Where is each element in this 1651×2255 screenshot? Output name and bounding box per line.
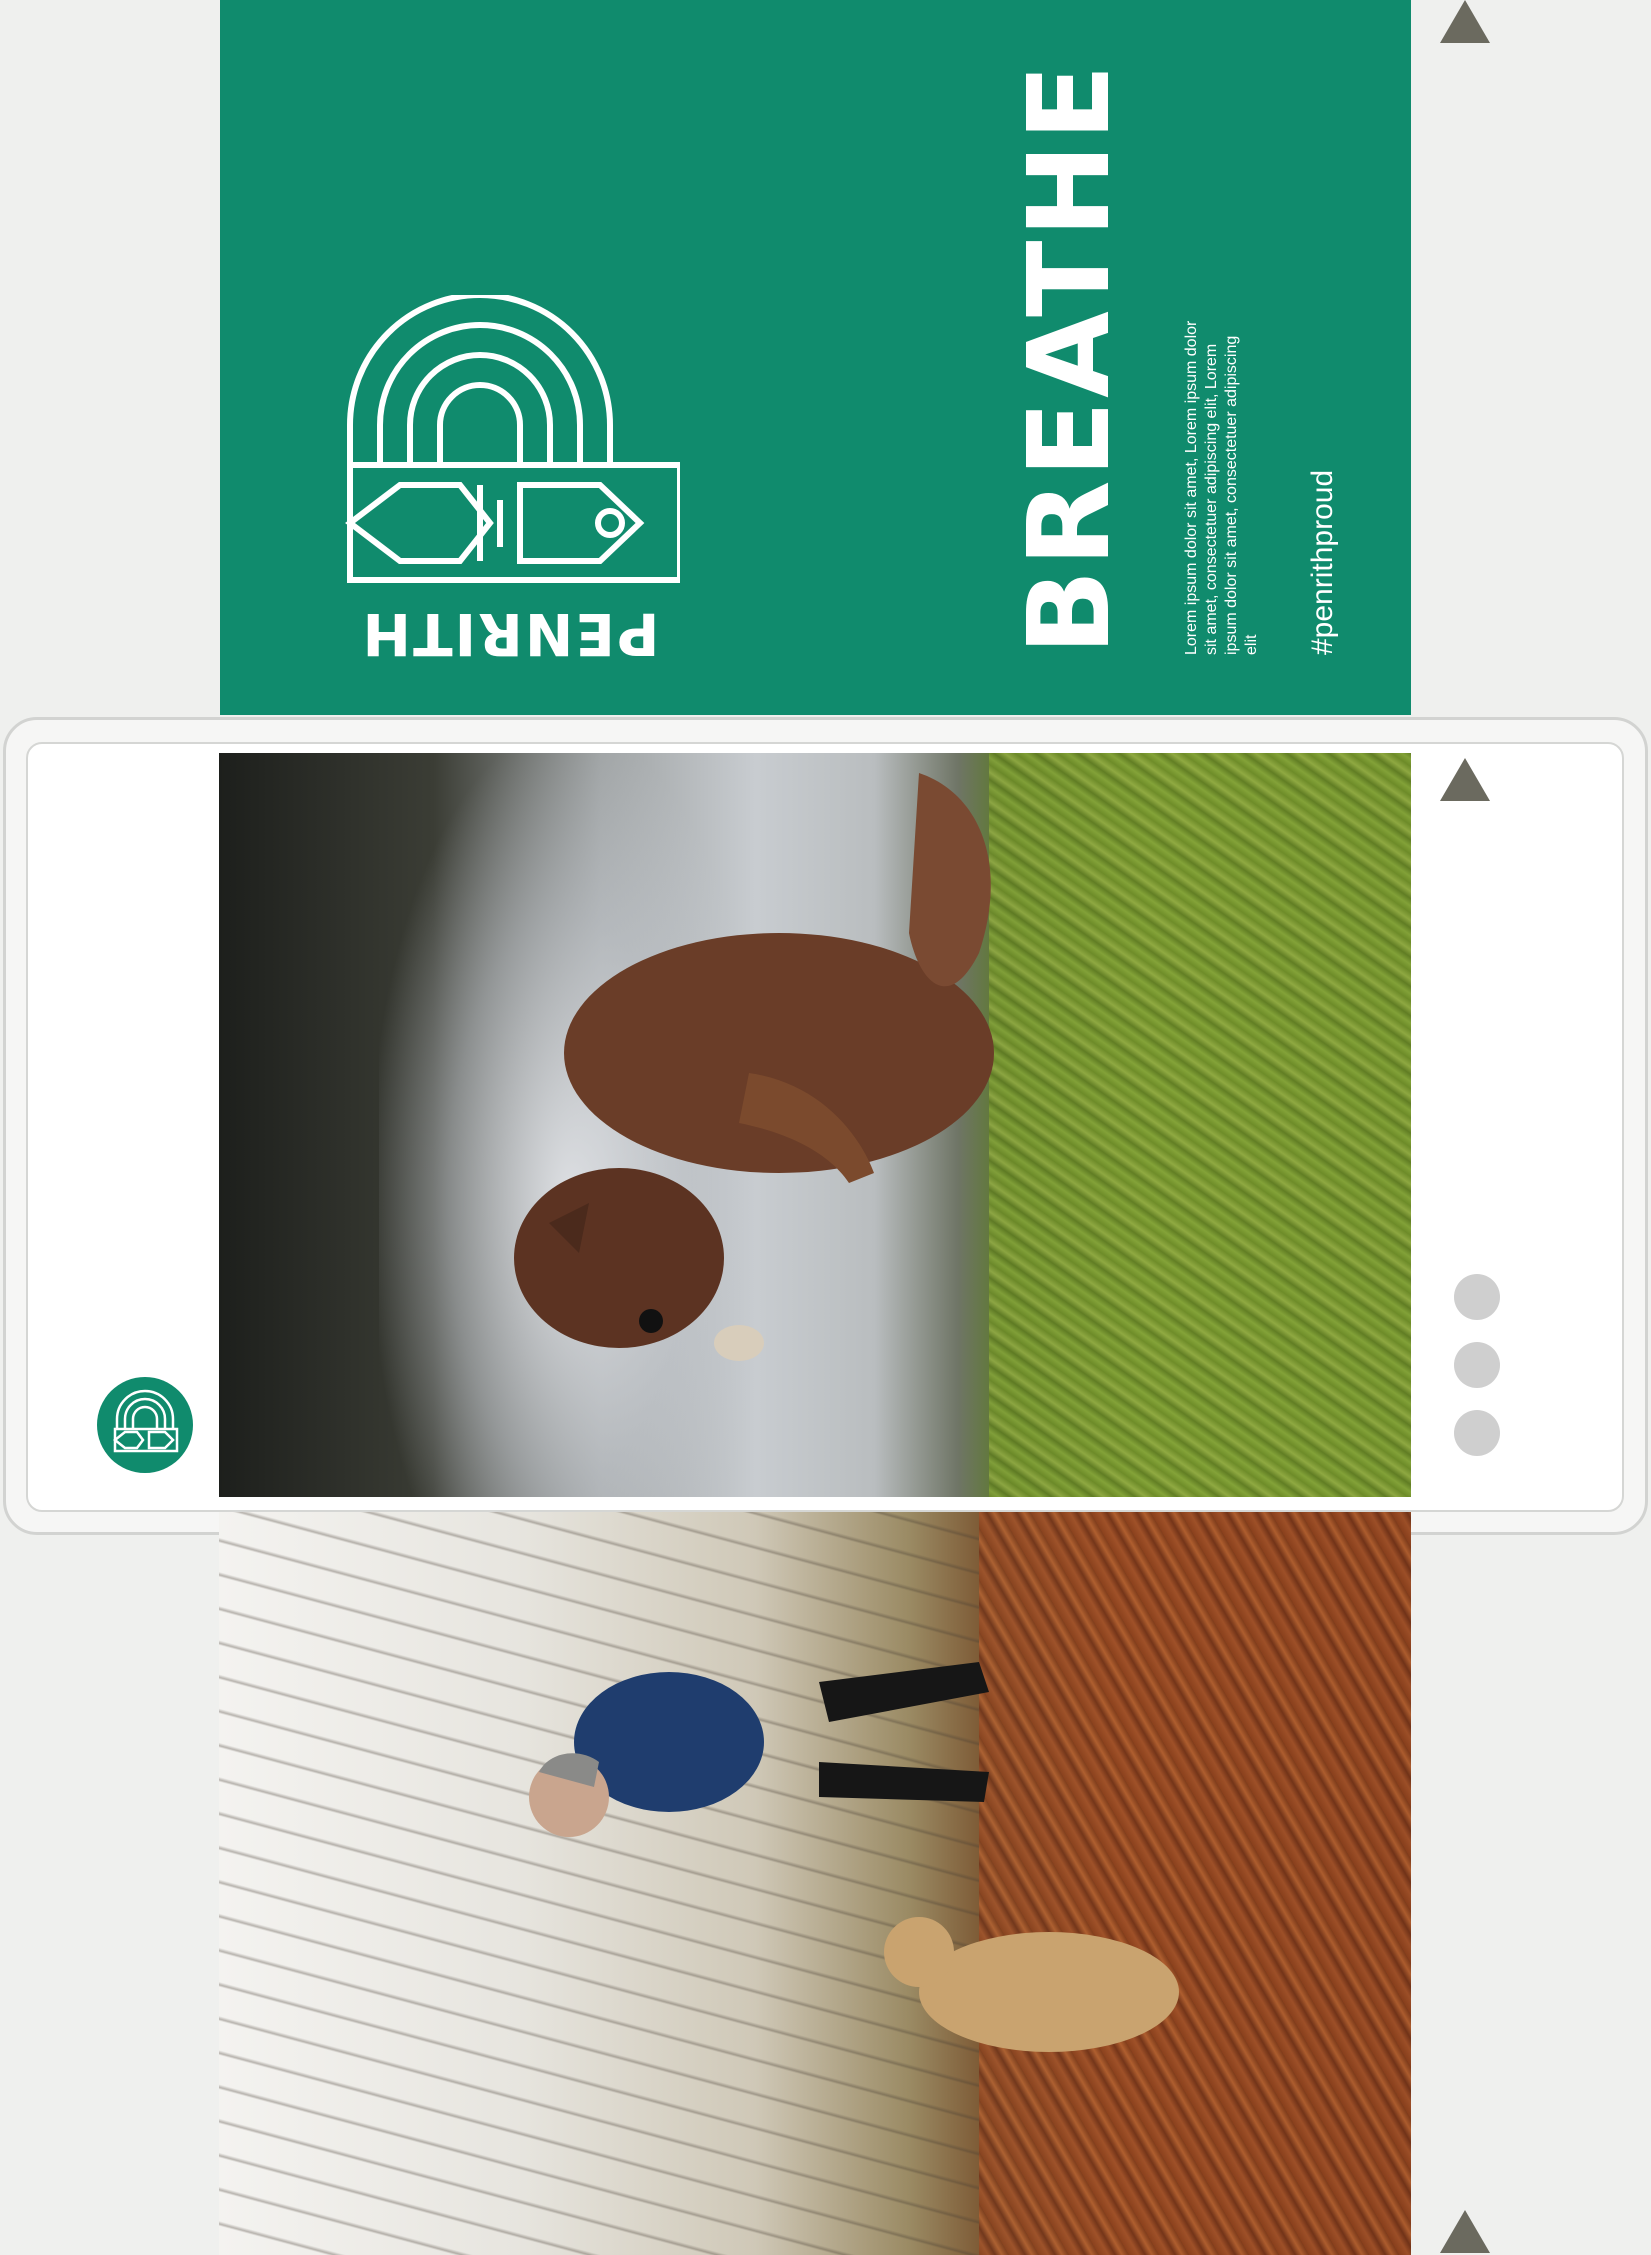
penrith-poster: BREATHE Lorem ipsum dolor sit amet, Lore…: [220, 0, 1411, 715]
triangle-up-icon[interactable]: [1440, 2210, 1490, 2253]
triangle-up-icon[interactable]: [1440, 0, 1490, 43]
logo-wordmark: PENRITH: [360, 600, 660, 668]
poster-hashtag: #penrithproud: [1306, 469, 1339, 655]
penrith-logo-icon: [345, 295, 680, 583]
penrith-badge: [97, 1377, 193, 1473]
page-dot[interactable]: [1454, 1342, 1500, 1388]
walker-and-dog: [529, 1662, 1179, 2052]
triangle-up-icon[interactable]: [1440, 758, 1490, 801]
page-indicator: [1454, 1274, 1502, 1456]
squirrel-figure: [514, 773, 994, 1361]
poster-headline: BREATHE: [1005, 61, 1135, 655]
poster-body-copy: Lorem ipsum dolor sit amet, Lorem ipsum …: [1183, 320, 1260, 655]
page-dot[interactable]: [1454, 1410, 1500, 1456]
penrith-logo: PENRITH: [340, 295, 680, 668]
page-dot[interactable]: [1454, 1274, 1500, 1320]
penrith-logo-icon: [112, 1389, 179, 1453]
woodland-walk-photo: [219, 1512, 1411, 2255]
squirrel-photo: [219, 753, 1411, 1497]
